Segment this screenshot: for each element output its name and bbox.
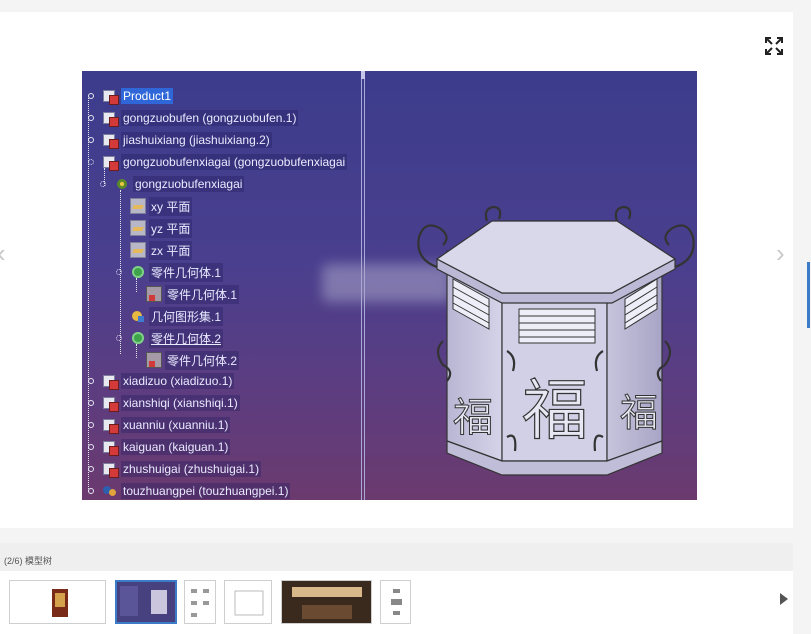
tree-node-zx-plane[interactable]: zx 平面 xyxy=(130,240,193,260)
body-icon xyxy=(130,264,146,280)
tree-node-part[interactable]: gongzuobufenxiagai xyxy=(100,175,245,193)
product-icon xyxy=(102,417,119,434)
product-icon xyxy=(102,110,119,127)
product-icon xyxy=(102,461,119,478)
tree-node-jiashuixiang[interactable]: jiashuixiang (jiashuixiang.2) xyxy=(88,131,272,149)
thumbnail-3[interactable] xyxy=(184,580,216,624)
tree-node-body-1[interactable]: 零件几何体.1 xyxy=(116,262,224,282)
thumbnail-strip xyxy=(0,571,793,634)
tree-connector xyxy=(116,335,122,341)
play-right-icon[interactable] xyxy=(780,593,788,605)
tree-node-label: gongzuobufen (gongzuobufen.1) xyxy=(121,110,299,126)
feature-icon xyxy=(146,352,162,368)
tree-node-label: kaiguan (kaiguan.1) xyxy=(121,439,231,455)
tree-node-product[interactable]: Product1 xyxy=(88,87,174,105)
tree-connector xyxy=(100,181,106,187)
tree-node-xy-plane[interactable]: xy 平面 xyxy=(130,196,193,216)
product-icon xyxy=(102,395,119,412)
tree-connector xyxy=(88,115,94,121)
tree-node-label: Product1 xyxy=(121,88,174,104)
thumbnail-4[interactable] xyxy=(224,580,272,624)
tree-node-xianshiqi[interactable]: xianshiqi (xianshiqi.1) xyxy=(88,394,240,412)
body-icon xyxy=(130,330,146,346)
tree-node-label: jiashuixiang (jiashuixiang.2) xyxy=(121,132,272,148)
page-scrollbar[interactable] xyxy=(793,0,811,634)
image-caption: (2/6) 模型树 xyxy=(4,556,53,566)
feature-icon xyxy=(146,286,162,302)
tree-node-body-2[interactable]: 零件几何体.2 xyxy=(116,328,224,348)
tree-node-body-2-feature[interactable]: 零件几何体.2 xyxy=(146,350,240,370)
product-icon xyxy=(102,132,119,149)
thumbnail-2[interactable] xyxy=(115,580,177,624)
tree-node-label: gongzuobufenxiagai (gongzuobufenxiagai xyxy=(121,154,348,170)
tree-node-label: xy 平面 xyxy=(149,196,193,216)
product-icon xyxy=(102,154,119,171)
chevron-right-icon[interactable]: › xyxy=(776,240,790,266)
tree-connector xyxy=(88,93,94,99)
top-strip xyxy=(0,0,811,12)
tree-node-xuanniu[interactable]: xuanniu (xuanniu.1) xyxy=(88,416,231,434)
part-icon xyxy=(114,176,130,192)
model-character: 福 xyxy=(453,395,493,441)
expand-icon[interactable] xyxy=(764,36,784,56)
plane-icon xyxy=(130,242,146,258)
tree-node-label: 零件几何体.1 xyxy=(165,284,240,304)
tree-connector xyxy=(88,488,94,494)
thumbnail-6[interactable] xyxy=(380,580,411,624)
tree-connector xyxy=(88,159,94,165)
chevron-left-icon[interactable]: ‹ xyxy=(0,240,11,266)
tree-node-body-1-feature[interactable]: 零件几何体.1 xyxy=(146,284,240,304)
plane-icon xyxy=(130,198,146,214)
tree-node-gongzuobufen[interactable]: gongzuobufen (gongzuobufen.1) xyxy=(88,109,299,127)
plane-icon xyxy=(130,220,146,236)
scrollbar-thumb[interactable] xyxy=(807,262,810,328)
tree-node-label: xianshiqi (xianshiqi.1) xyxy=(121,395,240,411)
caption-bar xyxy=(0,543,793,571)
tree-node-geometric-set[interactable]: 几何图形集.1 xyxy=(130,306,224,326)
tree-node-label: xuanniu (xuanniu.1) xyxy=(121,417,231,433)
tree-node-label: 零件几何体.1 xyxy=(149,262,224,282)
tree-connector xyxy=(88,400,94,406)
tree-node-label: touzhuangpei (touzhuangpei.1) xyxy=(121,483,291,499)
thumbnail-5[interactable] xyxy=(281,580,372,624)
tree-node-kaiguan[interactable]: kaiguan (kaiguan.1) xyxy=(88,438,231,456)
tree-node-label: zhushuigai (zhushuigai.1) xyxy=(121,461,262,477)
3d-model-render: 福 福 福 xyxy=(417,205,695,476)
tree-connector xyxy=(116,269,122,275)
tree-node-label: xiadizuo (xiadizuo.1) xyxy=(121,373,235,389)
screenshot-image: Product1 gongzuobufen (gongzuobufen.1) j… xyxy=(82,71,697,500)
tree-node-label: 零件几何体.2 xyxy=(165,350,240,370)
tree-node-label: gongzuobufenxiagai xyxy=(133,176,245,192)
tree-node-label: yz 平面 xyxy=(149,218,193,238)
tree-connector xyxy=(88,444,94,450)
assembly-icon xyxy=(102,483,118,499)
tree-node-label: zx 平面 xyxy=(149,240,193,260)
tree-node-label: 零件几何体.2 xyxy=(149,328,224,348)
tree-connector xyxy=(88,378,94,384)
product-icon xyxy=(102,373,119,390)
model-character: 福 xyxy=(522,372,588,449)
tree-connector xyxy=(88,466,94,472)
tree-node-xiadizuo[interactable]: xiadizuo (xiadizuo.1) xyxy=(88,372,235,390)
thumbnail-1[interactable] xyxy=(9,580,106,624)
tree-node-label: 几何图形集.1 xyxy=(149,306,224,326)
geometric-set-icon xyxy=(130,308,146,324)
tree-node-gongzuobufenxiagai[interactable]: gongzuobufenxiagai (gongzuobufenxiagai xyxy=(88,153,348,171)
tree-connector xyxy=(88,137,94,143)
product-icon xyxy=(102,88,119,105)
model-character: 福 xyxy=(620,391,658,435)
tree-node-yz-plane[interactable]: yz 平面 xyxy=(130,218,193,238)
tree-node-touzhuangpei[interactable]: touzhuangpei (touzhuangpei.1) xyxy=(88,482,291,500)
product-icon xyxy=(102,439,119,456)
tree-node-zhushuigai[interactable]: zhushuigai (zhushuigai.1) xyxy=(88,460,262,478)
tree-connector xyxy=(88,422,94,428)
